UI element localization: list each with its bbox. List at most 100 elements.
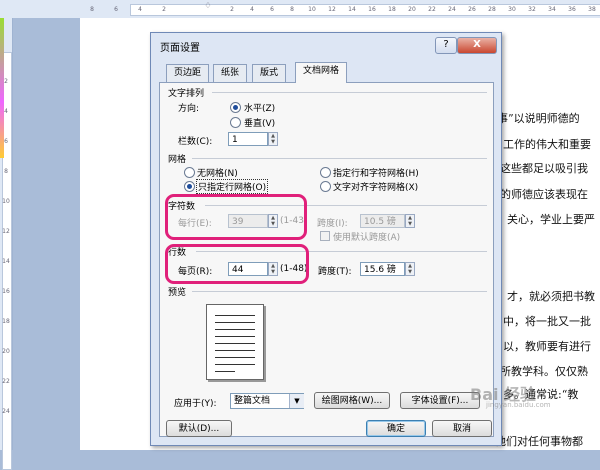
horizontal-radio-label[interactable]: 水平(Z) [244,101,275,114]
default-button[interactable]: 默认(D)... [166,420,232,437]
preview-line [215,322,255,323]
ruler-number: 38 [588,6,596,13]
char-pitch-input[interactable]: 10.5 磅 [360,214,405,228]
preview-group-label: 预览 [168,288,187,298]
columns-input[interactable]: 1 [228,132,268,146]
preview-line [215,315,255,316]
group-divider [192,291,487,292]
preview-line [215,350,255,351]
group-divider [192,158,487,159]
document-line: 的师德应该表现在 [500,188,588,201]
horizontal-ruler[interactable]: 8 6 4 2 ♢ 2 4 6 8 10 12 14 16 18 20 22 2… [0,0,600,19]
lines-and-chars-label[interactable]: 指定行和字符网格(H) [333,166,419,179]
ruler-number: 22 [2,378,10,385]
tab-paper[interactable]: 纸张 [213,64,248,82]
preview-line [215,357,255,358]
document-line: 关心，学业上要严 [507,213,595,226]
lines-only-radio[interactable] [184,181,195,192]
ruler-number: 24 [448,6,456,13]
line-pitch-label: 跨度(T): [318,267,352,277]
lines-and-chars-radio[interactable] [320,167,331,178]
document-line: 事”以说明师德的 [497,112,580,125]
document-line: 才，就必须把书教 [507,290,595,303]
vertical-radio[interactable] [230,117,241,128]
ruler-number: 30 [508,6,516,13]
spin-down-icon[interactable]: ▼ [269,139,277,145]
snap-to-chars-label[interactable]: 文字对齐字符网格(X) [333,180,418,193]
indent-marker-icon[interactable]: ♢ [204,1,212,10]
ruler-number: 22 [428,6,436,13]
apply-to-label: 应用于(Y): [174,399,217,409]
ok-button[interactable]: 确定 [366,420,426,437]
ruler-number: 20 [2,348,10,355]
apply-to-select[interactable]: 整篇文档 ▼ [230,393,304,409]
ruler-number: 2 [230,6,234,13]
ruler-number: 16 [2,288,10,295]
direction-label: 方向: [178,104,200,114]
ruler-number: 12 [2,228,10,235]
dialog-titlebar[interactable]: 页面设置 ? X [151,33,501,57]
tab-margins[interactable]: 页边距 [166,64,210,82]
lines-highlight [165,244,309,284]
ruler-number: 12 [328,6,336,13]
preview-line [215,343,255,344]
ruler-number: 26 [468,6,476,13]
preview-line [215,336,255,337]
ruler-number: 4 [138,6,142,13]
tab-layout[interactable]: 版式 [252,64,287,82]
ruler-number: 10 [308,6,316,13]
char-pitch-label: 跨度(I): [317,219,348,229]
no-grid-radio[interactable] [184,167,195,178]
side-marker [0,18,4,158]
ruler-number: 16 [368,6,376,13]
dialog-title: 页面设置 [160,43,200,54]
group-divider [212,92,487,93]
document-line: 他们对任何事物都 [495,435,583,448]
grid-group-label: 网格 [168,155,187,165]
ruler-number: 2 [162,6,166,13]
line-pitch-spinner[interactable]: ▲ ▼ [405,262,415,276]
ruler-number: 14 [2,258,10,265]
no-grid-label[interactable]: 无网格(N) [197,166,238,179]
ruler-number: 4 [250,6,254,13]
ruler-number: 6 [270,6,274,13]
ruler-number: 6 [114,6,118,13]
ruler-number: 34 [548,6,556,13]
cancel-button[interactable]: 取消 [432,420,492,437]
help-button[interactable]: ? [435,37,457,54]
draw-grid-button[interactable]: 绘图网格(W)... [314,392,390,409]
font-settings-button[interactable]: 字体设置(F)... [400,392,480,409]
use-default-pitch-checkbox[interactable] [320,231,330,241]
use-default-pitch-label[interactable]: 使用默认跨度(A) [333,230,400,243]
ruler-number: 8 [290,6,294,13]
lines-only-label[interactable]: 只指定行网格(O) [196,179,269,194]
ruler-number: 8 [90,6,94,13]
document-line: 这些都足以吸引我 [500,162,588,175]
ruler-number: 24 [2,408,10,415]
apply-to-value: 整篇文档 [234,396,271,406]
vertical-radio-label[interactable]: 垂直(V) [244,116,275,129]
horizontal-radio[interactable] [230,102,241,113]
preview-line [215,371,235,372]
char-pitch-spinner[interactable]: ▲ ▼ [405,214,415,228]
ruler-number: 18 [388,6,396,13]
line-pitch-input[interactable]: 15.6 磅 [360,262,405,276]
snap-to-chars-radio[interactable] [320,181,331,192]
document-line: 所教学科。仅仅熟 [500,365,588,378]
document-line: 工作的伟大和重要 [503,138,591,151]
document-line: 以，教师要有进行 [503,340,591,353]
ruler-number: 14 [348,6,356,13]
workspace-background [13,18,80,450]
spin-down-icon[interactable]: ▼ [406,221,414,227]
characters-highlight [165,194,307,240]
ruler-number: 36 [568,6,576,13]
tab-document-grid[interactable]: 文档网格 [295,62,348,83]
spin-down-icon[interactable]: ▼ [406,269,414,275]
columns-label: 栏数(C): [178,137,213,147]
columns-spinner[interactable]: ▲ ▼ [268,132,278,146]
dropdown-arrow-icon[interactable]: ▼ [289,394,304,408]
ruler-number: 8 [4,168,8,175]
preview-line [215,329,255,330]
ruler-number: 10 [2,198,10,205]
close-button[interactable]: X [457,37,497,54]
